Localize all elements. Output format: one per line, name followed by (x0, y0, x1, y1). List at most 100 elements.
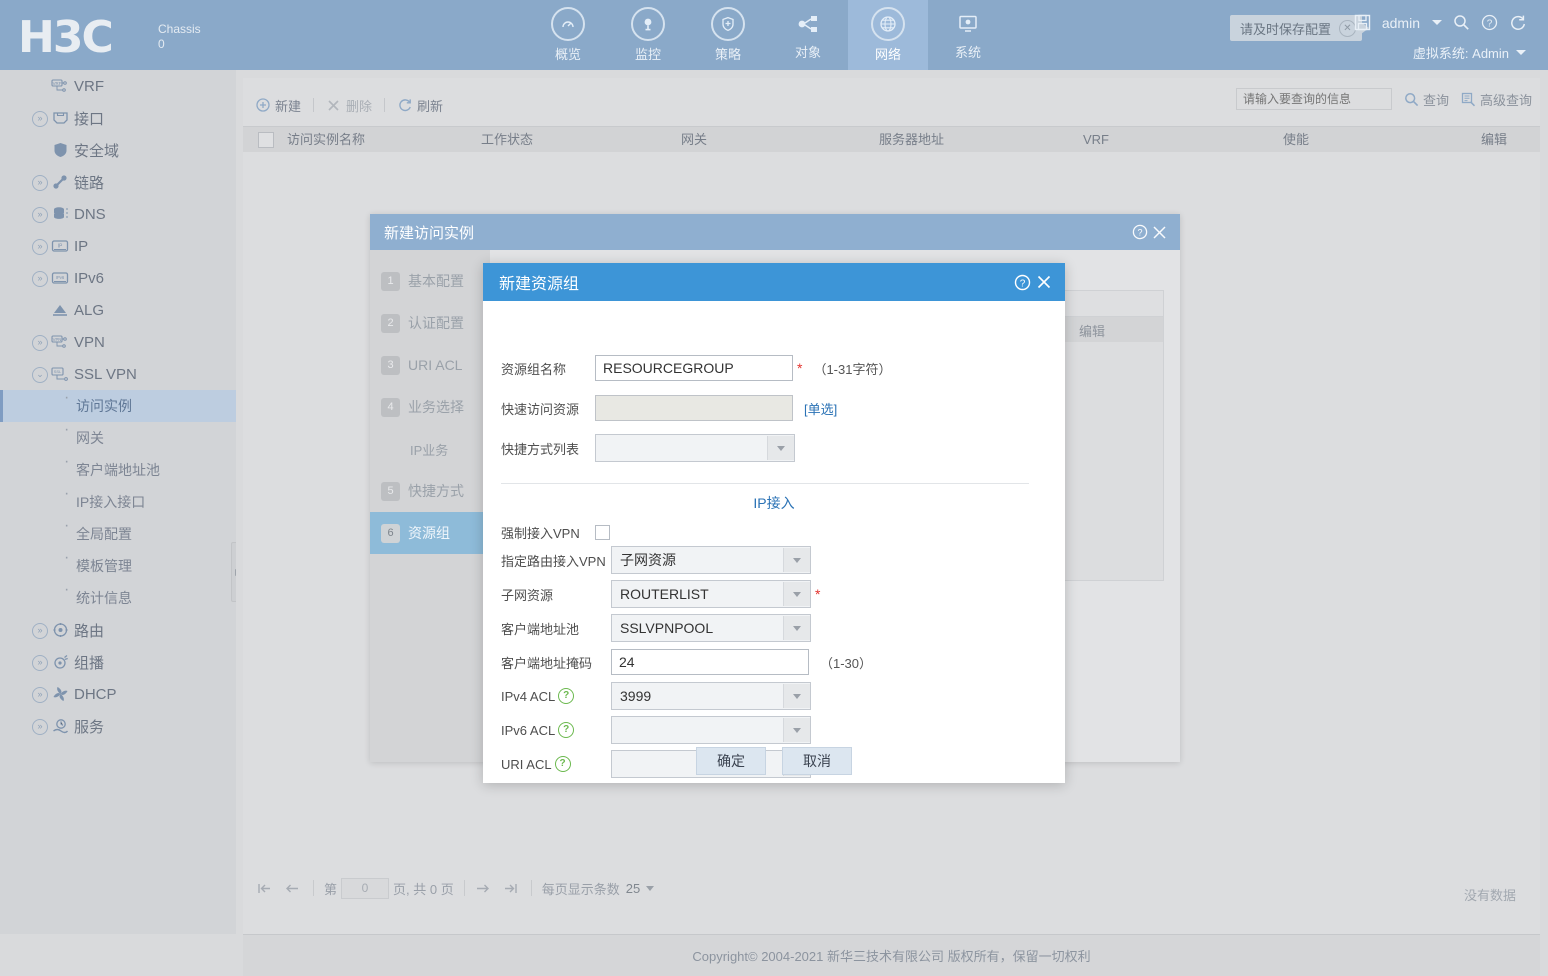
column-header: 网关 (681, 132, 708, 147)
sidebar-item-interface[interactable]: » 接口 (0, 102, 236, 134)
sidebar-item-link[interactable]: » 链路 (0, 166, 236, 198)
search-input[interactable] (1235, 88, 1392, 110)
query-button[interactable]: 查询 (1404, 90, 1449, 109)
chevron-down-icon (767, 436, 794, 460)
ssl-vpn-icon: SSL (50, 365, 70, 383)
client-mask-input[interactable] (611, 649, 809, 675)
sidebar-item-label: 链路 (74, 174, 105, 192)
sidebar-item-label: IP接入接口 (76, 494, 146, 510)
sidebar-collapse-handle[interactable] (231, 542, 236, 602)
wizard-step-auth[interactable]: 2 认证配置 (370, 302, 490, 344)
nav-item-monitor[interactable]: 监控 (608, 0, 688, 70)
step-label: 业务选择 (408, 399, 464, 415)
vsys-selector[interactable]: 虚拟系统: Admin (1413, 43, 1526, 62)
sidebar-item-multicast[interactable]: » 组播 (0, 646, 236, 678)
sidebar-item-ip-access-interface[interactable]: IP接入接口 (0, 485, 236, 518)
sidebar-item-statistics[interactable]: 统计信息 (0, 581, 236, 614)
sidebar-item-client-address-pool[interactable]: 客户端地址池 (0, 453, 236, 486)
sidebar-item-gateway[interactable]: 网关 (0, 421, 236, 454)
user-menu[interactable]: admin (1382, 15, 1442, 31)
prev-page-icon[interactable] (285, 882, 300, 895)
chevron-right-icon: » (32, 207, 48, 223)
nav-item-overview[interactable]: 概览 (528, 0, 608, 70)
client-pool-select[interactable]: SSLVPNPOOL (611, 614, 811, 642)
next-page-icon[interactable] (475, 882, 490, 895)
help-icon[interactable]: ? (558, 688, 575, 704)
delete-button[interactable]: 删除 (326, 96, 372, 115)
force-vpn-checkbox[interactable] (595, 524, 610, 540)
nav-item-policy[interactable]: 策略 (688, 0, 768, 70)
sidebar-item-route[interactable]: » 路由 (0, 614, 236, 646)
shortcut-list-select[interactable] (595, 434, 795, 462)
select-all-checkbox[interactable] (258, 132, 274, 148)
sidebar-item-vrf[interactable]: VRF VRF (0, 70, 236, 102)
client-pool-value: SSLVPNPOOL (620, 620, 714, 636)
help-icon[interactable]: ? (1481, 14, 1498, 31)
sidebar-item-security-zone[interactable]: 安全域 (0, 134, 236, 166)
sidebar-item-access-instance[interactable]: 访问实例 (0, 389, 236, 422)
wizard-step-basic[interactable]: 1 基本配置 (370, 260, 490, 302)
field-row-group-name: 资源组名称 * （1-31字符） (483, 353, 1065, 383)
wizard-step-shortcut[interactable]: 5 快捷方式 (370, 470, 490, 512)
nav-label: 对象 (794, 45, 821, 60)
refresh-button[interactable]: 刷新 (397, 96, 443, 115)
field-row-ipv6-acl: IPv6 ACL ? (483, 715, 1065, 745)
nav-item-object[interactable]: 对象 (768, 0, 848, 70)
globe-icon (871, 7, 905, 41)
wizard-step-ip-service[interactable]: IP业务 (370, 428, 490, 470)
dialog-titlebar: 新建资源组 ? (483, 263, 1065, 301)
help-icon[interactable]: ? (1014, 274, 1031, 291)
close-icon[interactable] (1035, 273, 1053, 291)
wizard-step-service-select[interactable]: 4 业务选择 (370, 386, 490, 428)
cancel-button[interactable]: 取消 (782, 747, 852, 775)
new-button[interactable]: 新建 (255, 96, 301, 115)
sidebar-item-ip[interactable]: » IP IP (0, 230, 236, 262)
sidebar-item-dhcp[interactable]: » DHCP (0, 678, 236, 710)
chevron-right-icon: » (32, 623, 48, 639)
page-number-input[interactable] (341, 877, 390, 899)
route-vpn-select[interactable]: 子网资源 (611, 546, 811, 574)
wizard-step-resource-group[interactable]: 6 资源组 (370, 512, 490, 554)
group-name-input[interactable] (595, 355, 793, 381)
first-page-icon[interactable] (257, 882, 272, 895)
per-page-select[interactable]: 25 (626, 881, 655, 896)
help-icon[interactable]: ? (1132, 224, 1148, 240)
field-row-subnet-resource: 子网资源 ROUTERLIST * (483, 579, 1065, 609)
nav-item-network[interactable]: 网络 (848, 0, 928, 70)
header-tools: admin ? (1354, 14, 1526, 31)
ok-button[interactable]: 确定 (696, 747, 766, 775)
chevron-down-icon (646, 885, 655, 891)
quick-resource-input[interactable] (595, 395, 793, 421)
subnet-resource-select[interactable]: ROUTERLIST (611, 580, 811, 608)
per-page-label: 每页显示条数 (541, 881, 620, 897)
sidebar-item-alg[interactable]: ALG (0, 294, 236, 326)
save-icon[interactable] (1354, 14, 1371, 31)
sidebar-item-ssl-vpn[interactable]: ⌄ SSL SSL VPN (0, 358, 236, 390)
step-number: 4 (381, 397, 400, 417)
nav-item-system[interactable]: 系统 (928, 0, 1008, 70)
close-icon[interactable] (1151, 224, 1168, 241)
h3c-logo: H3C (18, 12, 114, 63)
quick-resource-select-link[interactable]: [单选] (804, 399, 837, 418)
search-icon[interactable] (1453, 14, 1470, 31)
chevron-right-icon: » (32, 335, 48, 351)
wizard-step-uri-acl[interactable]: 3 URI ACL (370, 344, 490, 386)
sidebar-item-label: 路由 (74, 622, 105, 640)
help-icon[interactable]: ? (558, 722, 575, 738)
sidebar-item-ipv6[interactable]: » IPv6 IPv6 (0, 262, 236, 294)
last-page-icon[interactable] (503, 882, 518, 895)
sidebar-item-global-config[interactable]: 全局配置 (0, 517, 236, 550)
advanced-query-button[interactable]: 高级查询 (1461, 90, 1532, 109)
sidebar-item-service[interactable]: » 服务 (0, 710, 236, 742)
sidebar-item-vpn[interactable]: » VPN VPN (0, 326, 236, 358)
sidebar-item-template-mgmt[interactable]: 模板管理 (0, 549, 236, 582)
ipv4-acl-select[interactable]: 3999 (611, 682, 811, 710)
logout-icon[interactable] (1509, 14, 1526, 31)
ipv4-acl-value: 3999 (620, 688, 652, 704)
shortcut-list-label: 快捷方式列表 (501, 441, 580, 457)
ipv6-acl-select[interactable] (611, 716, 811, 744)
step-label: 快捷方式 (408, 483, 464, 499)
sidebar-item-dns[interactable]: » DNS (0, 198, 236, 230)
nav-label: 监控 (634, 47, 661, 62)
advanced-query-button-label: 高级查询 (1479, 92, 1532, 108)
